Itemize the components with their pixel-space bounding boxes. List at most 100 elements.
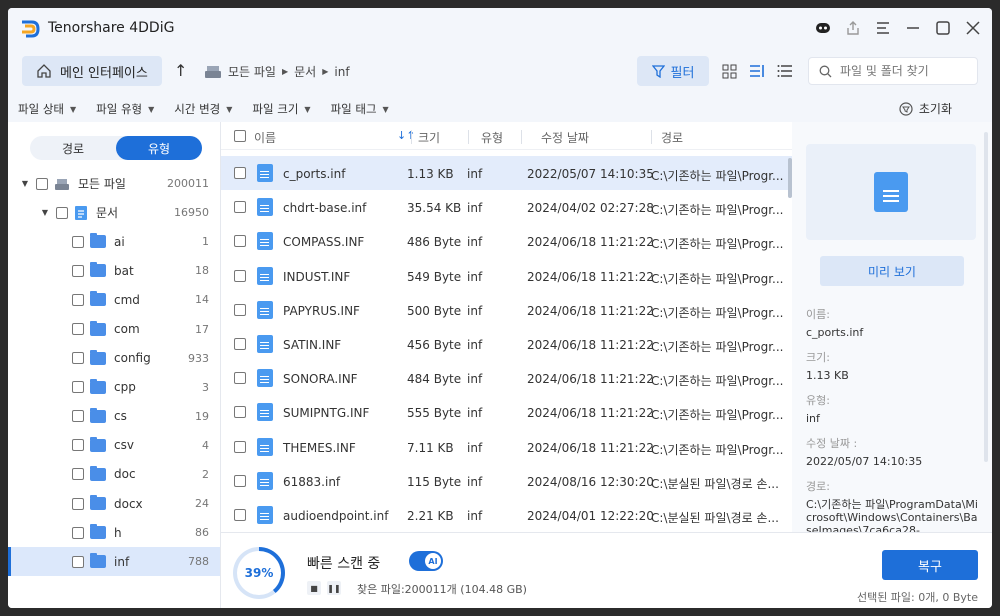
table-row[interactable]: PAPYRUS.INF 500 Byte inf 2024/06/18 11:21:2… bbox=[221, 293, 792, 327]
filter-file-size[interactable]: 파일 크기 ▼ bbox=[252, 101, 310, 117]
tree-checkbox[interactable] bbox=[56, 206, 68, 219]
breadcrumb-item[interactable]: inf bbox=[334, 65, 349, 79]
tree-checkbox[interactable] bbox=[72, 526, 84, 539]
tree-item[interactable]: doc 2 bbox=[8, 460, 220, 489]
column-header-path[interactable]: 경로 bbox=[661, 129, 683, 146]
table-row[interactable]: THEMES.INF 7.11 KB inf 2024/06/18 11:21:22 C… bbox=[221, 430, 792, 464]
column-header-date[interactable]: 수정 날짜 bbox=[541, 129, 589, 146]
document-icon bbox=[874, 172, 908, 212]
maximize-icon[interactable] bbox=[930, 16, 956, 40]
file-icon bbox=[257, 403, 273, 422]
row-checkbox[interactable] bbox=[234, 167, 246, 179]
table-row[interactable]: SUMIPNTG.INF 555 Byte inf 2024/06/18 11:21:… bbox=[221, 395, 792, 429]
expand-toggle-icon[interactable]: ▼ bbox=[20, 179, 30, 188]
row-checkbox[interactable] bbox=[234, 269, 246, 282]
tree-checkbox[interactable] bbox=[72, 555, 84, 568]
tree-item[interactable]: docx 24 bbox=[8, 489, 220, 518]
tree-item[interactable]: csv 4 bbox=[8, 431, 220, 460]
share-icon[interactable] bbox=[840, 16, 866, 40]
preview-button[interactable]: 미리 보기 bbox=[820, 256, 964, 286]
table-row[interactable]: SATIN.INF 456 Byte inf 2024/06/18 11:21:22 C… bbox=[221, 327, 792, 361]
home-button[interactable]: 메인 인터페이스 bbox=[22, 56, 162, 86]
cell-size: 500 Byte bbox=[407, 303, 462, 318]
filter-file-status[interactable]: 파일 상태 ▼ bbox=[18, 101, 76, 117]
tree-item[interactable]: cs 19 bbox=[8, 402, 220, 431]
recover-button[interactable]: 복구 bbox=[882, 550, 978, 580]
table-row[interactable]: COMPASS.INF 486 Byte inf 2024/06/18 11:21:2… bbox=[221, 224, 792, 258]
tree-item[interactable]: config 933 bbox=[8, 344, 220, 373]
search-input[interactable] bbox=[840, 64, 960, 78]
breadcrumb-item[interactable]: 모든 파일 bbox=[228, 63, 276, 80]
reset-button[interactable]: 초기화 bbox=[899, 100, 952, 117]
tree-item-label: doc bbox=[114, 467, 136, 482]
column-header-name[interactable]: 이름 bbox=[254, 129, 276, 146]
table-row[interactable]: INDUST.INF 549 Byte inf 2024/06/18 11:21:22… bbox=[221, 259, 792, 293]
folder-icon bbox=[90, 407, 106, 423]
column-header-size[interactable]: 크기 bbox=[418, 129, 440, 146]
grid-view-icon[interactable] bbox=[720, 62, 738, 80]
folder-icon bbox=[90, 320, 106, 336]
up-arrow-icon[interactable]: ↑ bbox=[174, 61, 187, 80]
filter-time-modified[interactable]: 시간 변경 ▼ bbox=[174, 101, 232, 117]
row-checkbox[interactable] bbox=[234, 440, 246, 453]
search-box[interactable] bbox=[808, 57, 978, 85]
menu-icon[interactable] bbox=[870, 16, 896, 40]
tree-checkbox[interactable] bbox=[36, 177, 48, 190]
sort-icon[interactable]: ↓↑ bbox=[397, 129, 415, 142]
table-row[interactable]: chdrt-base.inf 35.54 KB inf 2024/04/02 02:2… bbox=[221, 190, 792, 224]
filter-file-type[interactable]: 파일 유형 ▼ bbox=[96, 101, 154, 117]
tree-checkbox[interactable] bbox=[72, 468, 84, 481]
minimize-icon[interactable] bbox=[900, 16, 926, 40]
tree-checkbox[interactable] bbox=[72, 235, 84, 248]
tree-checkbox[interactable] bbox=[72, 410, 84, 423]
tree-item[interactable]: ▼ 모든 파일 200011 bbox=[8, 169, 220, 198]
detail-view-icon[interactable] bbox=[748, 62, 766, 80]
tree-checkbox[interactable] bbox=[72, 381, 84, 394]
filter-button[interactable]: 필터 bbox=[637, 56, 709, 86]
expand-toggle-icon[interactable]: ▼ bbox=[40, 208, 50, 217]
cell-size: 555 Byte bbox=[407, 406, 462, 421]
tree-item[interactable]: cpp 3 bbox=[8, 373, 220, 402]
ai-toggle[interactable] bbox=[409, 551, 443, 571]
table-row[interactable]: c_ports.inf 1.13 KB inf 2022/05/07 14:10:35… bbox=[221, 156, 792, 191]
tree-item[interactable]: com 17 bbox=[8, 314, 220, 343]
tree-checkbox[interactable] bbox=[72, 352, 84, 365]
row-checkbox[interactable] bbox=[234, 235, 246, 248]
row-checkbox[interactable] bbox=[234, 372, 246, 385]
close-icon[interactable] bbox=[960, 16, 986, 40]
tree-item[interactable]: ai 1 bbox=[8, 227, 220, 256]
table-row[interactable]: audioendpoint.inf 2.21 KB inf 2024/04/01 12… bbox=[221, 498, 792, 532]
row-checkbox[interactable] bbox=[234, 303, 246, 316]
list-view-icon[interactable] bbox=[776, 62, 794, 80]
tree-item[interactable]: h 86 bbox=[8, 518, 220, 547]
cell-size: 2.21 KB bbox=[407, 509, 454, 523]
tree-checkbox[interactable] bbox=[72, 497, 84, 510]
pause-icon[interactable]: ❚❚ bbox=[327, 581, 341, 595]
tree-item[interactable]: bat 18 bbox=[8, 256, 220, 285]
row-checkbox[interactable] bbox=[234, 338, 246, 350]
breadcrumb-item[interactable]: 문서 bbox=[294, 63, 316, 80]
filter-file-tag[interactable]: 파일 태그 ▼ bbox=[331, 101, 389, 117]
tab-type[interactable]: 유형 bbox=[116, 136, 202, 160]
table-row[interactable]: 61883.inf 115 Byte inf 2024/08/16 12:30:20 C… bbox=[221, 464, 792, 498]
tree-item[interactable]: ▼ 문서 16950 bbox=[8, 198, 220, 227]
tree-item-count: 1 bbox=[202, 235, 209, 249]
row-checkbox[interactable] bbox=[234, 406, 246, 419]
tree-checkbox[interactable] bbox=[72, 439, 84, 452]
preview-scrollbar[interactable] bbox=[984, 132, 988, 462]
row-checkbox[interactable] bbox=[234, 509, 246, 521]
row-checkbox[interactable] bbox=[234, 201, 246, 214]
column-header-type[interactable]: 유형 bbox=[481, 129, 503, 146]
row-checkbox[interactable] bbox=[234, 474, 246, 487]
stop-icon[interactable]: ■ bbox=[307, 581, 321, 595]
tree-checkbox[interactable] bbox=[72, 323, 84, 336]
tree-item-label: config bbox=[114, 351, 151, 366]
select-all-checkbox[interactable] bbox=[234, 130, 246, 142]
tree-checkbox[interactable] bbox=[72, 293, 84, 306]
tree-item[interactable]: inf 788 bbox=[8, 547, 220, 577]
assistant-icon[interactable] bbox=[810, 16, 836, 40]
tab-path[interactable]: 경로 bbox=[30, 136, 116, 160]
tree-item[interactable]: cmd 14 bbox=[8, 285, 220, 314]
table-row[interactable]: SONORA.INF 484 Byte inf 2024/06/18 11:21:22… bbox=[221, 361, 792, 395]
tree-checkbox[interactable] bbox=[72, 264, 84, 277]
